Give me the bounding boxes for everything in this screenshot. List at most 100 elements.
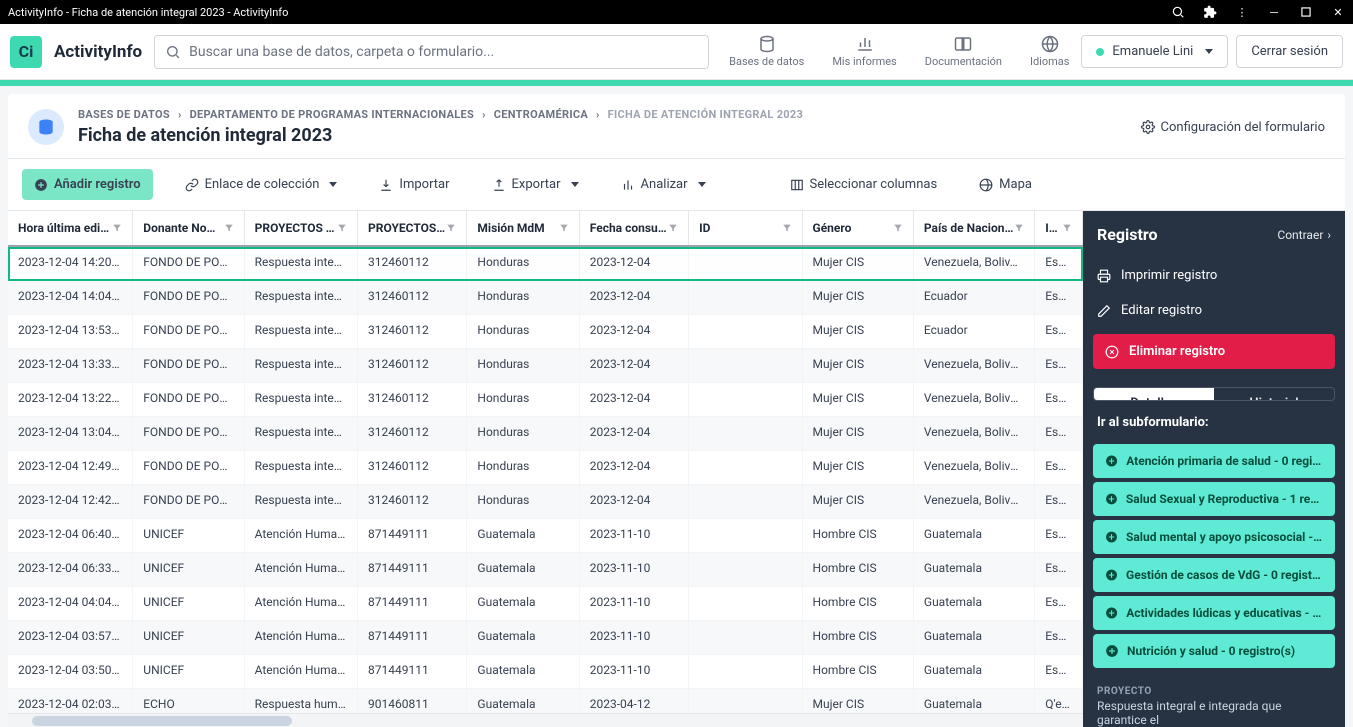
tab-history[interactable]: Historial: [1214, 388, 1334, 401]
search-icon[interactable]: [1171, 5, 1185, 19]
subform-heading: Ir al subformulario:: [1083, 401, 1345, 440]
table-row[interactable]: 2023-12-04 03:57:48UNICEFAtención Humani…: [8, 621, 1083, 655]
column-header[interactable]: Género: [803, 211, 914, 245]
table-cell: [689, 349, 802, 382]
map-button[interactable]: Mapa: [969, 171, 1042, 198]
table-row[interactable]: 2023-12-04 06:33:46UNICEFAtención Humani…: [8, 553, 1083, 587]
table-cell: Respuesta integr…: [245, 451, 358, 484]
filter-icon[interactable]: [668, 223, 678, 233]
toolbar: Añadir registro Enlace de colección Impo…: [8, 159, 1345, 211]
table-row[interactable]: 2023-12-04 12:42:23FONDO DE POBL…Respues…: [8, 485, 1083, 519]
table-cell: Guatemala: [467, 553, 579, 586]
column-header[interactable]: PROYECTOS Tít…: [245, 211, 358, 245]
filter-icon[interactable]: [1014, 223, 1024, 233]
column-header[interactable]: Idioma: [1035, 211, 1083, 245]
plus-circle-icon: [1105, 454, 1118, 468]
add-record-button[interactable]: Añadir registro: [22, 169, 153, 200]
table-cell: Mujer CIS: [803, 349, 914, 382]
print-record-button[interactable]: Imprimir registro: [1083, 258, 1345, 293]
table-cell: Honduras: [467, 315, 579, 348]
nav-reports[interactable]: Mis informes: [832, 35, 896, 68]
collection-link-button[interactable]: Enlace de colección: [175, 171, 348, 198]
logout-button[interactable]: Cerrar sesión: [1236, 35, 1343, 68]
filter-icon[interactable]: [337, 223, 347, 233]
table-cell: 2023-11-10: [580, 655, 689, 688]
breadcrumb-item[interactable]: BASES DE DATOS: [78, 108, 170, 121]
chart-icon: [621, 178, 635, 192]
column-header[interactable]: Hora última edic…↑: [8, 211, 133, 245]
column-header[interactable]: Fecha consulta: [580, 211, 689, 245]
gear-icon: [1141, 120, 1155, 134]
breadcrumb-item[interactable]: DEPARTAMENTO DE PROGRAMAS INTERNACIONALE…: [190, 108, 475, 121]
filter-icon[interactable]: [559, 223, 569, 233]
extension-icon[interactable]: [1203, 5, 1217, 19]
table-row[interactable]: 2023-12-04 12:49:40FONDO DE POBL…Respues…: [8, 451, 1083, 485]
maximize-icon[interactable]: [1299, 5, 1313, 19]
book-icon: [954, 35, 972, 53]
global-search[interactable]: Buscar una base de datos, carpeta o form…: [154, 35, 709, 69]
delete-record-button[interactable]: Eliminar registro: [1093, 334, 1335, 369]
table-cell: Venezuela, Boliva…: [914, 451, 1035, 484]
table-cell: UNICEF: [133, 587, 244, 620]
table-cell: 2023-12-04: [580, 485, 689, 518]
table-row[interactable]: 2023-12-04 04:04:34UNICEFAtención Humani…: [8, 587, 1083, 621]
breadcrumb-current: FICHA DE ATENCIÓN INTEGRAL 2023: [608, 108, 804, 121]
filter-icon[interactable]: [224, 223, 234, 233]
table-cell: Atención Humani…: [245, 519, 358, 552]
table-row[interactable]: 2023-12-04 03:50:55UNICEFAtención Humani…: [8, 655, 1083, 689]
table-row[interactable]: 2023-12-04 06:40:04UNICEFAtención Humani…: [8, 519, 1083, 553]
subform-chip[interactable]: Gestión de casos de VdG - 0 registro(s): [1093, 558, 1335, 592]
table-row[interactable]: 2023-12-04 13:33:10FONDO DE POBL…Respues…: [8, 349, 1083, 383]
scroll-thumb[interactable]: [32, 716, 292, 726]
select-columns-button[interactable]: Seleccionar columnas: [780, 171, 948, 198]
subform-chip[interactable]: Atención primaria de salud - 0 registr…: [1093, 444, 1335, 478]
table-cell: Respuesta integr…: [245, 485, 358, 518]
column-header[interactable]: Donante Nombre: [133, 211, 244, 245]
table-row[interactable]: 2023-12-04 14:04:42FONDO DE POBL…Respues…: [8, 281, 1083, 315]
column-header[interactable]: PROYECTOS PE…: [358, 211, 467, 245]
column-header[interactable]: ID: [689, 211, 802, 245]
filter-icon[interactable]: [1062, 223, 1072, 233]
breadcrumb-item[interactable]: CENTROAMÉRICA: [494, 108, 588, 121]
subform-chip[interactable]: Nutrición y salud - 0 registro(s): [1093, 634, 1335, 668]
table-cell: Respuesta integr…: [245, 315, 358, 348]
table-cell: Españo: [1035, 451, 1083, 484]
kebab-icon[interactable]: ⋮: [1235, 5, 1249, 19]
nav-lang[interactable]: Idiomas: [1030, 35, 1069, 68]
table-cell: Españo: [1035, 281, 1083, 314]
nav-databases[interactable]: Bases de datos: [729, 35, 804, 68]
column-header[interactable]: Misión MdM: [467, 211, 579, 245]
close-icon[interactable]: ✕: [1331, 5, 1345, 19]
table-row[interactable]: 2023-12-04 14:20:16FONDO DE POBL…Respues…: [8, 247, 1083, 281]
table-cell: 2023-12-04 02:03:07: [8, 689, 133, 713]
tab-details[interactable]: Detalles: [1094, 388, 1214, 401]
form-config-link[interactable]: Configuración del formulario: [1141, 120, 1325, 135]
import-button[interactable]: Importar: [369, 171, 459, 198]
table-row[interactable]: 2023-12-04 02:03:07ECHORespuesta human…9…: [8, 689, 1083, 713]
horizontal-scrollbar[interactable]: [8, 713, 1083, 727]
filter-icon[interactable]: [893, 223, 903, 233]
analyze-button[interactable]: Analizar: [611, 171, 716, 198]
column-header[interactable]: País de Naciona…: [914, 211, 1035, 245]
table-row[interactable]: 2023-12-04 13:53:39FONDO DE POBL…Respues…: [8, 315, 1083, 349]
subform-chip[interactable]: Salud Sexual y Reproductiva - 1 regist…: [1093, 482, 1335, 516]
subform-chip[interactable]: Salud mental y apoyo psicosocial - 0 r…: [1093, 520, 1335, 554]
nav-docs[interactable]: Documentación: [925, 35, 1002, 68]
table-cell: 312460112: [358, 247, 467, 280]
database-icon: [758, 35, 776, 53]
collapse-button[interactable]: Contraer ›: [1277, 228, 1331, 242]
window-title: ActivityInfo - Ficha de atención integra…: [8, 6, 1171, 19]
minimize-icon[interactable]: ─: [1267, 5, 1281, 19]
filter-icon[interactable]: [446, 223, 456, 233]
table-row[interactable]: 2023-12-04 13:04:40FONDO DE POBL…Respues…: [8, 417, 1083, 451]
user-menu[interactable]: Emanuele Lini: [1081, 35, 1228, 68]
filter-icon[interactable]: [782, 223, 792, 233]
export-button[interactable]: Exportar: [482, 171, 589, 198]
edit-record-button[interactable]: Editar registro: [1083, 293, 1345, 328]
table-cell: 2023-12-04: [580, 383, 689, 416]
subform-chip[interactable]: Actividades lúdicas y educativas - 0 r…: [1093, 596, 1335, 630]
table-row[interactable]: 2023-12-04 13:22:33FONDO DE POBL…Respues…: [8, 383, 1083, 417]
filter-icon[interactable]: [112, 223, 122, 233]
table-cell: Españo: [1035, 553, 1083, 586]
globe-icon: [1041, 35, 1059, 53]
